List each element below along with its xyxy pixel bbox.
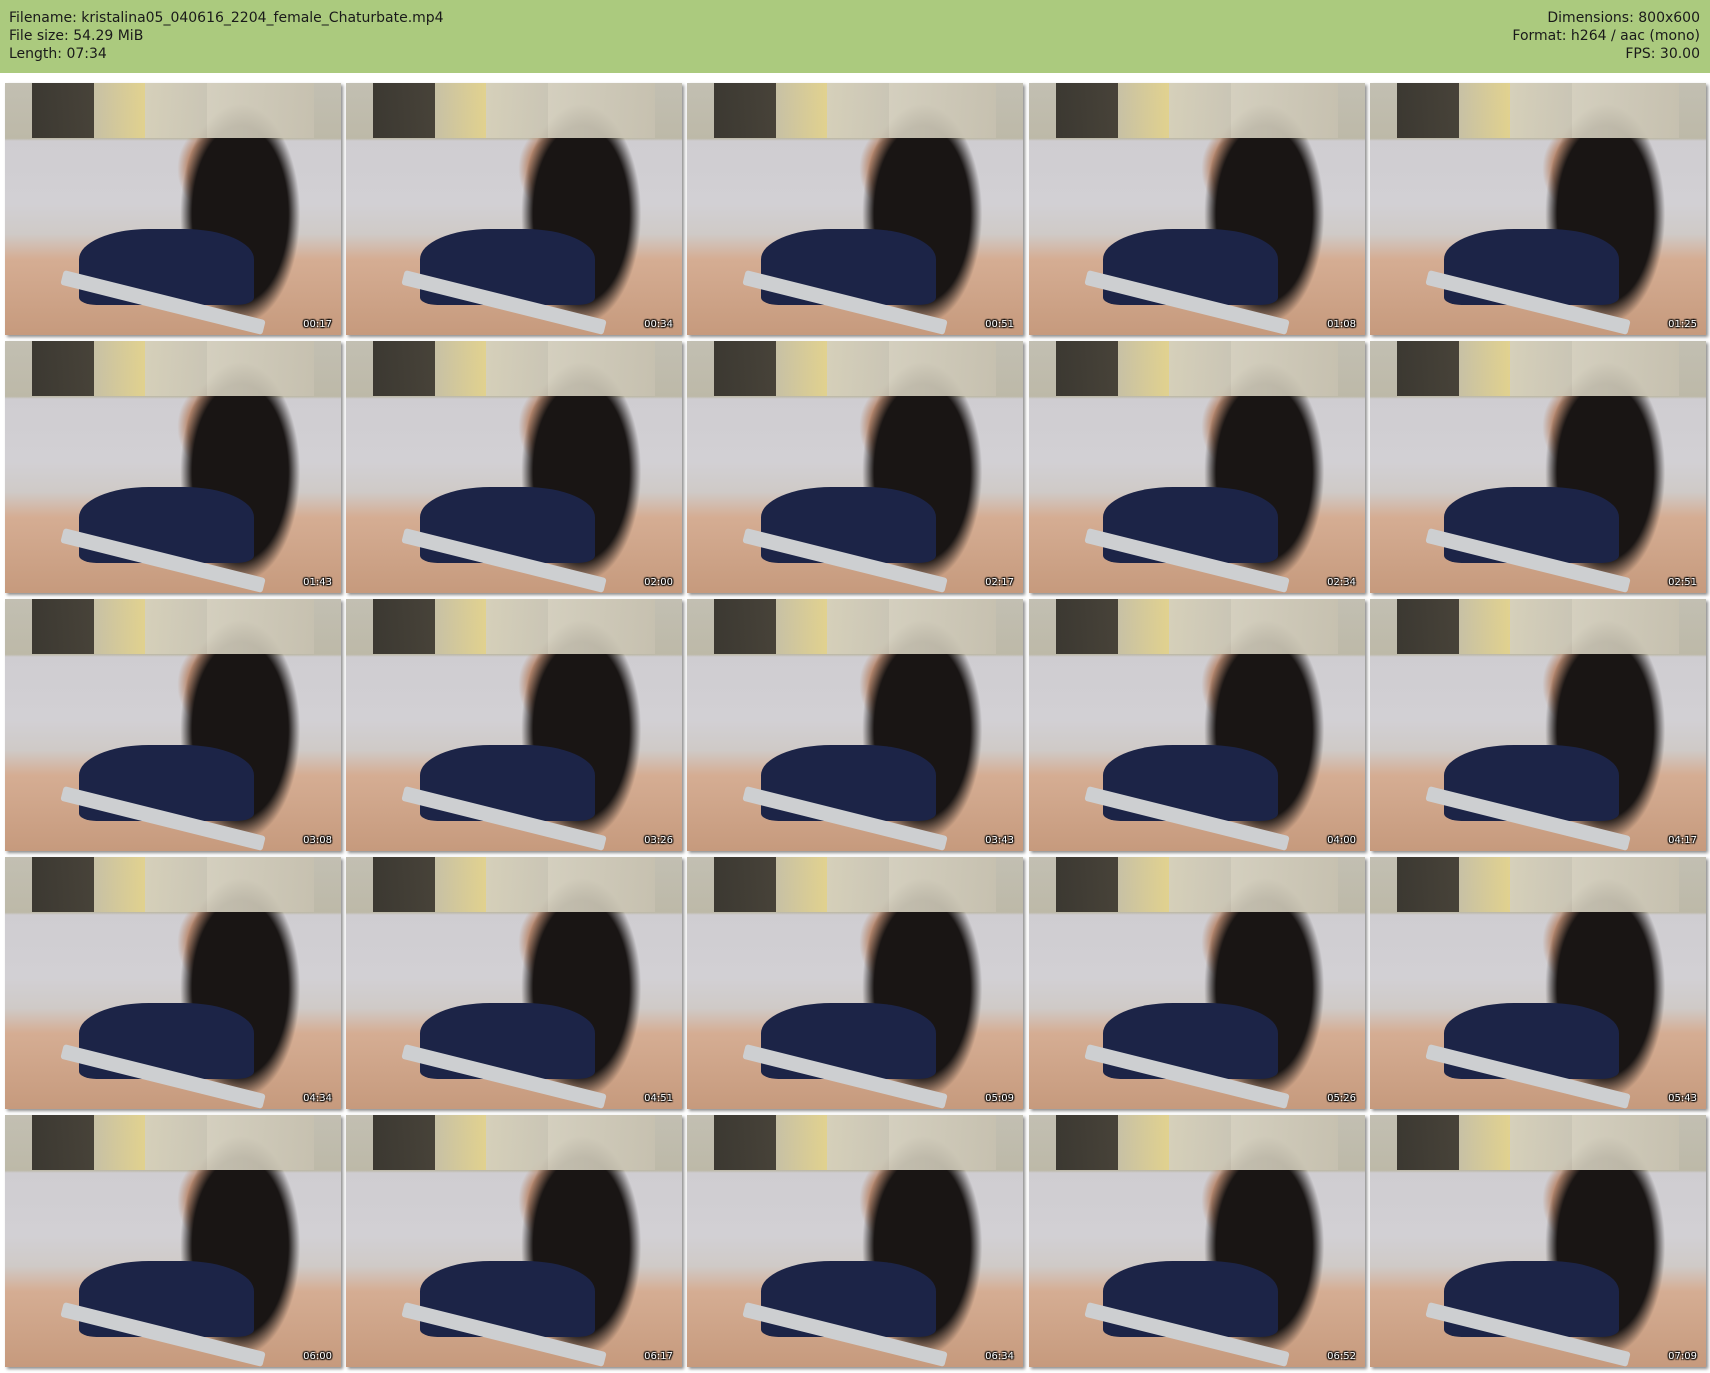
wall-paintings	[1055, 1115, 1339, 1171]
thumbnail-timestamp: 03:26	[644, 835, 673, 846]
video-thumbnail: 02:00	[346, 341, 682, 593]
filename-label: Filename: kristalina05_040616_2204_femal…	[9, 10, 444, 26]
wall-paintings	[372, 83, 656, 139]
video-thumbnail: 05:43	[1370, 857, 1706, 1109]
thumbnail-timestamp: 05:09	[985, 1093, 1014, 1104]
video-thumbnail: 01:08	[1029, 83, 1365, 335]
video-thumbnail: 00:17	[5, 83, 341, 335]
video-thumbnail: 03:43	[687, 599, 1023, 851]
video-thumbnail: 02:51	[1370, 341, 1706, 593]
wall-paintings	[372, 341, 656, 397]
wall-paintings	[31, 341, 315, 397]
thumbnail-timestamp: 01:08	[1327, 319, 1356, 330]
video-thumbnail: 01:25	[1370, 83, 1706, 335]
video-thumbnail: 02:34	[1029, 341, 1365, 593]
thumbnail-timestamp: 01:43	[303, 577, 332, 588]
wall-paintings	[1055, 857, 1339, 913]
thumbnail-timestamp: 06:34	[985, 1351, 1014, 1362]
wall-paintings	[1396, 83, 1680, 139]
video-thumbnail: 00:51	[687, 83, 1023, 335]
wall-paintings	[372, 857, 656, 913]
video-thumbnail: 06:17	[346, 1115, 682, 1367]
video-thumbnail: 03:26	[346, 599, 682, 851]
video-thumbnail: 04:51	[346, 857, 682, 1109]
thumbnail-timestamp: 03:43	[985, 835, 1014, 846]
thumbnail-timestamp: 04:34	[303, 1093, 332, 1104]
wall-paintings	[372, 1115, 656, 1171]
metadata-left: Filename: kristalina05_040616_2204_femal…	[9, 9, 444, 63]
wall-paintings	[1396, 341, 1680, 397]
video-thumbnail: 04:00	[1029, 599, 1365, 851]
wall-paintings	[372, 599, 656, 655]
thumbnail-timestamp: 03:08	[303, 835, 332, 846]
thumbnail-timestamp: 00:51	[985, 319, 1014, 330]
thumbnail-timestamp: 02:51	[1668, 577, 1697, 588]
video-thumbnail: 01:43	[5, 341, 341, 593]
wall-paintings	[31, 599, 315, 655]
metadata-right: Dimensions: 800x600 Format: h264 / aac (…	[1512, 9, 1700, 63]
thumbnail-timestamp: 02:00	[644, 577, 673, 588]
video-thumbnail: 03:08	[5, 599, 341, 851]
thumbnail-timestamp: 05:26	[1327, 1093, 1356, 1104]
video-thumbnail: 05:09	[687, 857, 1023, 1109]
thumbnail-timestamp: 06:17	[644, 1351, 673, 1362]
video-thumbnail: 04:34	[5, 857, 341, 1109]
thumbnail-timestamp: 06:52	[1327, 1351, 1356, 1362]
thumbnail-timestamp: 00:34	[644, 319, 673, 330]
wall-paintings	[31, 1115, 315, 1171]
thumbnail-timestamp: 07:09	[1668, 1351, 1697, 1362]
video-thumbnail: 02:17	[687, 341, 1023, 593]
thumbnail-timestamp: 01:25	[1668, 319, 1697, 330]
thumbnail-timestamp: 04:00	[1327, 835, 1356, 846]
video-thumbnail: 06:34	[687, 1115, 1023, 1367]
wall-paintings	[31, 857, 315, 913]
wall-paintings	[1396, 599, 1680, 655]
video-thumbnail: 00:34	[346, 83, 682, 335]
thumbnail-grid: 00:17 00:34 00:51 01:08 01:25 01:43 02:00 02:17…	[0, 80, 1710, 1373]
thumbnail-timestamp: 04:17	[1668, 835, 1697, 846]
thumbnail-timestamp: 02:34	[1327, 577, 1356, 588]
wall-paintings	[1055, 83, 1339, 139]
wall-paintings	[713, 341, 997, 397]
length-label: Length: 07:34	[9, 46, 107, 62]
thumbnail-timestamp: 05:43	[1668, 1093, 1697, 1104]
thumbnail-timestamp: 02:17	[985, 577, 1014, 588]
filesize-label: File size: 54.29 MiB	[9, 28, 144, 44]
video-thumbnail: 06:00	[5, 1115, 341, 1367]
fps-label: FPS: 30.00	[1625, 46, 1700, 62]
video-thumbnail: 06:52	[1029, 1115, 1365, 1367]
wall-paintings	[1055, 341, 1339, 397]
video-thumbnail: 07:09	[1370, 1115, 1706, 1367]
wall-paintings	[1055, 599, 1339, 655]
thumbnail-timestamp: 00:17	[303, 319, 332, 330]
thumbnail-timestamp: 06:00	[303, 1351, 332, 1362]
wall-paintings	[713, 1115, 997, 1171]
metadata-header: Filename: kristalina05_040616_2204_femal…	[0, 0, 1710, 73]
dimensions-label: Dimensions: 800x600	[1547, 10, 1700, 26]
thumbnail-timestamp: 04:51	[644, 1093, 673, 1104]
wall-paintings	[713, 599, 997, 655]
wall-paintings	[713, 857, 997, 913]
wall-paintings	[1396, 1115, 1680, 1171]
wall-paintings	[31, 83, 315, 139]
video-thumbnail: 04:17	[1370, 599, 1706, 851]
wall-paintings	[1396, 857, 1680, 913]
format-label: Format: h264 / aac (mono)	[1512, 28, 1700, 44]
wall-paintings	[713, 83, 997, 139]
video-thumbnail: 05:26	[1029, 857, 1365, 1109]
